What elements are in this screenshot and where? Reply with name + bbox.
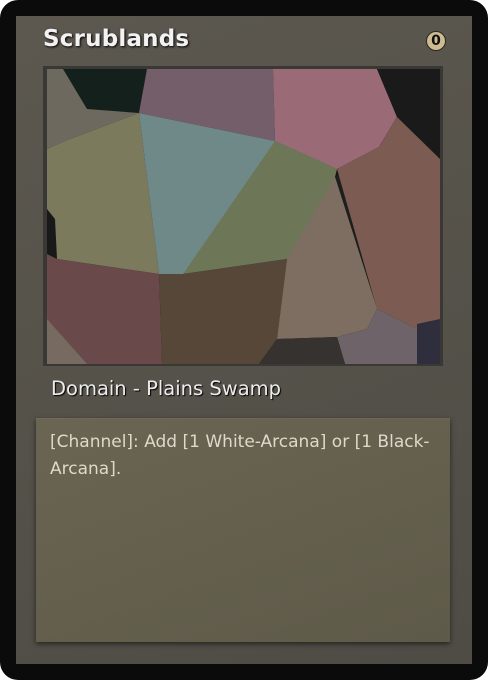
card-frame[interactable]: Scrublands 0 Domain - Plains Swamp [Chan… — [0, 0, 488, 680]
type-line: Domain - Plains Swamp — [51, 377, 282, 400]
card-name: Scrublands — [43, 26, 190, 52]
rules-text: [Channel]: Add [1 White-Arcana] or [1 Bl… — [50, 432, 430, 479]
mana-cost-icon: 0 — [426, 31, 446, 51]
card-art — [47, 69, 440, 364]
rules-text-box: [Channel]: Add [1 White-Arcana] or [1 Bl… — [36, 418, 450, 642]
